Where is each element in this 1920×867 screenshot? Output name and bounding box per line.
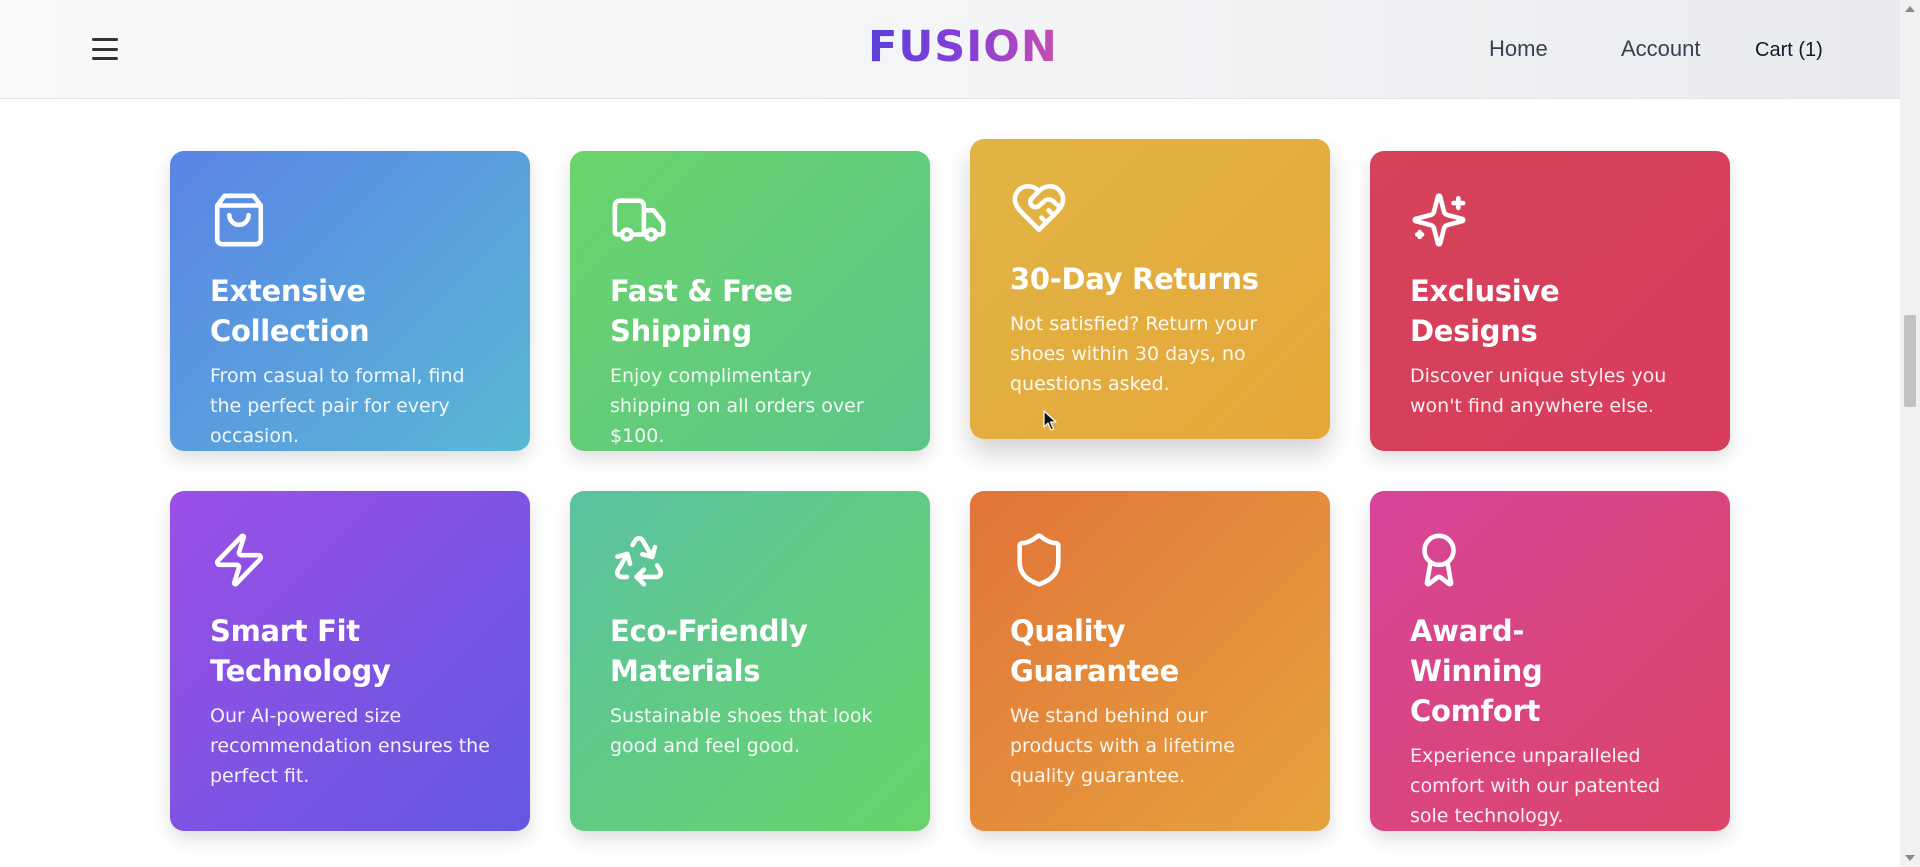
zap-icon xyxy=(210,531,268,589)
feature-title: Quality Guarantee xyxy=(1010,614,1180,688)
scroll-up-arrow-icon[interactable] xyxy=(1905,6,1915,12)
feature-description: Sustainable shoes that look good and fee… xyxy=(610,705,873,757)
feature-card-eco-friendly-materials[interactable]: Eco-Friendly Materials Sustainable shoes… xyxy=(570,491,930,831)
feature-description: Not satisfied? Return your shoes within … xyxy=(1010,313,1258,395)
scrollbar-thumb[interactable] xyxy=(1904,315,1916,407)
feature-description: From casual to formal, find the perfect … xyxy=(210,365,465,447)
truck-icon xyxy=(610,191,668,249)
brand-logo[interactable]: FUSION xyxy=(868,22,1058,72)
nav-cart-link[interactable]: Cart (1) xyxy=(1755,39,1823,62)
feature-card-award-winning-comfort[interactable]: Award-Winning Comfort Experience unparal… xyxy=(1370,491,1730,831)
shield-icon xyxy=(1010,531,1068,589)
feature-title: 30-Day Returns xyxy=(1010,262,1259,296)
feature-card-fast-free-shipping[interactable]: Fast & Free Shipping Enjoy complimentary… xyxy=(570,151,930,451)
feature-card-30-day-returns[interactable]: 30-Day Returns Not satisfied? Return you… xyxy=(970,139,1330,439)
feature-title: Smart Fit Technology xyxy=(210,614,391,688)
feature-title: Extensive Collection xyxy=(210,274,370,348)
nav-account-link[interactable]: Account xyxy=(1621,36,1701,62)
feature-title: Award-Winning Comfort xyxy=(1410,614,1543,728)
nav-home-link[interactable]: Home xyxy=(1489,36,1548,62)
feature-card-quality-guarantee[interactable]: Quality Guarantee We stand behind our pr… xyxy=(970,491,1330,831)
site-header: FUSION Home Account Cart (1) xyxy=(0,0,1900,99)
heart-handshake-icon xyxy=(1010,179,1068,237)
feature-description: We stand behind our products with a life… xyxy=(1010,705,1235,787)
feature-description: Discover unique styles you won't find an… xyxy=(1410,365,1667,417)
feature-title: Eco-Friendly Materials xyxy=(610,614,808,688)
page-scrollbar[interactable] xyxy=(1900,0,1920,867)
sparkles-icon xyxy=(1410,191,1468,249)
feature-card-smart-fit-technology[interactable]: Smart Fit Technology Our AI-powered size… xyxy=(170,491,530,831)
feature-description: Experience unparalleled comfort with our… xyxy=(1410,745,1661,827)
feature-description: Enjoy complimentary shipping on all orde… xyxy=(610,365,864,447)
mouse-pointer-icon xyxy=(1043,410,1057,431)
feature-card-extensive-collection[interactable]: Extensive Collection From casual to form… xyxy=(170,151,530,451)
award-icon xyxy=(1410,531,1468,589)
feature-description: Our AI-powered size recommendation ensur… xyxy=(210,705,490,787)
feature-title: Exclusive Designs xyxy=(1410,274,1560,348)
feature-title: Fast & Free Shipping xyxy=(610,274,793,348)
feature-card-exclusive-designs[interactable]: Exclusive Designs Discover unique styles… xyxy=(1370,151,1730,451)
recycle-icon xyxy=(610,531,668,589)
scroll-down-arrow-icon[interactable] xyxy=(1905,855,1915,861)
shopping-bag-icon xyxy=(210,191,268,249)
hamburger-menu-icon[interactable] xyxy=(88,36,122,62)
